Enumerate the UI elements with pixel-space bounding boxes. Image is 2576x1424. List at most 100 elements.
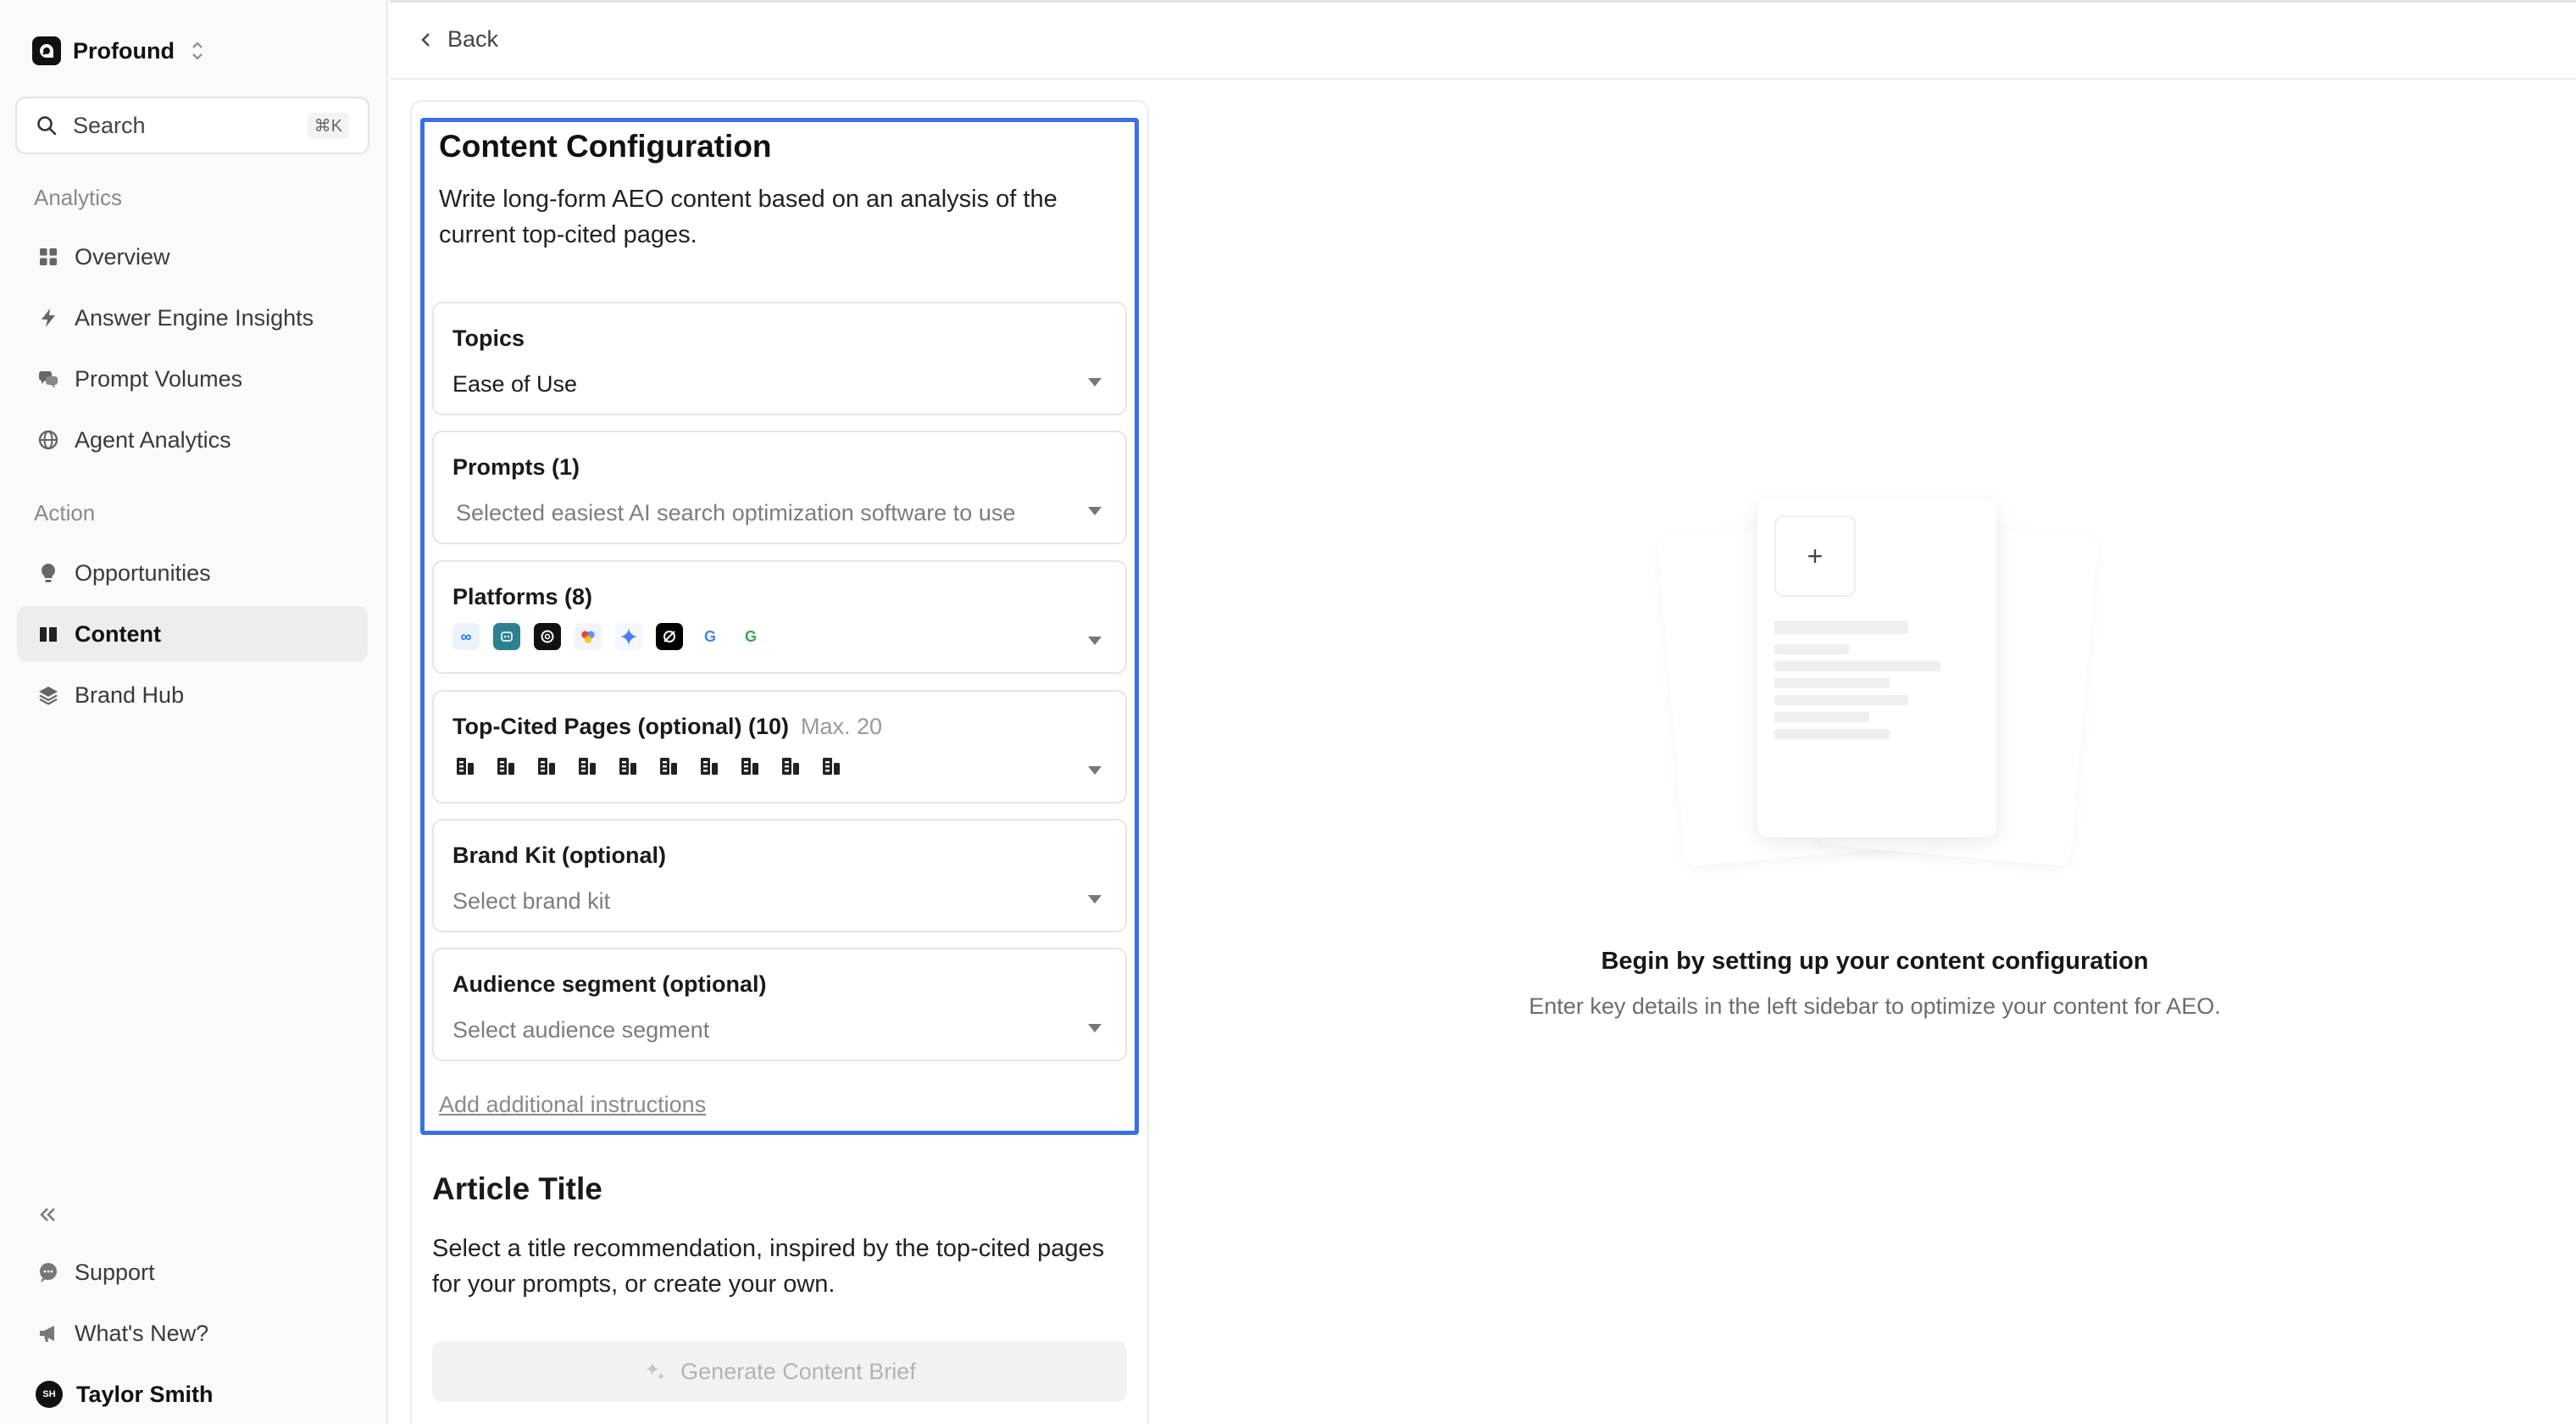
caret-down-icon (1088, 766, 1102, 775)
add-instructions-link[interactable]: Add additional instructions (439, 1092, 706, 1118)
caret-down-icon (1088, 1024, 1102, 1032)
lightbulb-icon (36, 560, 61, 586)
audience-segment-select[interactable]: Audience segment (optional) Select audie… (432, 948, 1127, 1061)
chat-bubbles-icon (36, 366, 61, 392)
caret-down-icon (1088, 895, 1102, 904)
skeleton-line (1774, 620, 1908, 634)
topics-select[interactable]: Topics Ease of Use (432, 302, 1127, 415)
prompts-label: Prompts (1) (452, 454, 580, 480)
page-icon (452, 753, 478, 780)
sidebar-item-label: Content (75, 620, 161, 647)
pages-max-hint: Max. 20 (801, 714, 883, 739)
globe-icon (36, 427, 61, 453)
sidebar-item-content[interactable]: Content (17, 606, 368, 662)
user-name: Taylor Smith (76, 1381, 214, 1407)
back-label: Back (447, 26, 499, 52)
generate-content-brief-button[interactable]: Generate Content Brief (432, 1341, 1127, 1402)
ai-overview-icon (575, 623, 602, 650)
sidebar-item-label: Overview (75, 243, 170, 270)
generate-label: Generate Content Brief (680, 1358, 916, 1384)
empty-state-subtitle: Enter key details in the left sidebar to… (1529, 993, 2221, 1019)
workspace-switcher[interactable]: Profound (32, 34, 205, 68)
sidebar-item-support[interactable]: Support (17, 1244, 368, 1300)
skeleton-line (1774, 729, 1890, 739)
page-icon (737, 753, 763, 780)
empty-state-title: Begin by setting up your content configu… (1601, 948, 2149, 975)
add-document-button[interactable]: + (1774, 515, 1856, 597)
sparkle-icon (646, 1362, 665, 1380)
plus-icon: + (1807, 540, 1824, 571)
avatar: SH (36, 1381, 63, 1408)
prompts-value: Selected easiest AI search optimization … (456, 500, 1016, 526)
skeleton-line (1774, 678, 1890, 688)
skeleton-line (1774, 712, 1869, 722)
sidebar-item-label: Opportunities (75, 559, 211, 586)
article-title-heading: Article Title (432, 1171, 602, 1206)
brand-kit-select[interactable]: Brand Kit (optional) Select brand kit (432, 819, 1127, 932)
audience-placeholder: Select audience segment (452, 1017, 710, 1043)
prompts-select[interactable]: Prompts (1) Selected easiest AI search o… (432, 431, 1127, 544)
page-icons (452, 753, 859, 780)
chatgpt-icon (534, 623, 561, 650)
page-icon (778, 753, 803, 780)
page-icon (697, 753, 722, 780)
pages-label: Top-Cited Pages (optional) (10) Max. 20 (452, 714, 883, 739)
skeleton-line (1774, 644, 1849, 654)
copilot-icon (493, 623, 520, 650)
page-icon (575, 753, 600, 780)
sidebar-item-label: Support (75, 1259, 155, 1285)
sidebar-item-label: Brand Hub (75, 681, 185, 708)
sidebar-item-brand-hub[interactable]: Brand Hub (17, 667, 368, 723)
page-icon (615, 753, 641, 780)
sidebar-item-whats-new[interactable]: What's New? (17, 1305, 368, 1361)
sidebar-item-answer-engine-insights[interactable]: Answer Engine Insights (17, 290, 368, 346)
workspace-name: Profound (73, 37, 175, 64)
topics-value: Ease of Use (452, 371, 578, 397)
chat-icon (36, 1260, 61, 1285)
sidebar-item-label: Answer Engine Insights (75, 304, 314, 331)
page-icon (656, 753, 681, 780)
profound-logo-icon (32, 36, 61, 65)
user-menu[interactable]: SH Taylor Smith (17, 1366, 368, 1422)
google-icon: G (697, 623, 724, 650)
double-chevron-left-icon (40, 1208, 55, 1221)
sidebar-item-prompt-volumes[interactable]: Prompt Volumes (17, 351, 368, 407)
chevron-up-down-icon (192, 42, 203, 60)
caret-down-icon (1088, 637, 1102, 645)
platform-icons: ∞ G G (452, 623, 778, 650)
platforms-select[interactable]: Platforms (8) ∞ G G (432, 560, 1127, 674)
search-label: Search (73, 112, 146, 138)
page-icon (534, 753, 559, 780)
caret-down-icon (1088, 378, 1102, 387)
section-label-analytics: Analytics (34, 185, 123, 210)
search-shortcut: ⌘K (307, 112, 349, 139)
config-title: Content Configuration (439, 129, 772, 164)
brand-kit-label: Brand Kit (optional) (452, 843, 666, 868)
sidebar-item-agent-analytics[interactable]: Agent Analytics (17, 412, 368, 468)
gemini-icon (615, 623, 642, 650)
grid-icon (36, 244, 61, 270)
platforms-label: Platforms (8) (452, 584, 593, 609)
config-description: Write long-form AEO content based on an … (439, 186, 1058, 248)
brand-kit-placeholder: Select brand kit (452, 888, 611, 914)
google-ai-mode-icon: G (737, 623, 764, 650)
audience-label: Audience segment (optional) (452, 971, 767, 997)
skeleton-line (1774, 661, 1940, 671)
skeleton-line (1774, 695, 1908, 705)
top-cited-pages-select[interactable]: Top-Cited Pages (optional) (10) Max. 20 (432, 690, 1127, 804)
back-button[interactable]: Back (417, 26, 498, 53)
chevron-left-icon (421, 32, 430, 47)
sidebar: Profound Search ⌘K Analytics Overview An… (0, 0, 388, 1424)
section-label-action: Action (34, 500, 96, 526)
sidebar-item-opportunities[interactable]: Opportunities (17, 545, 368, 601)
bolt-icon (36, 305, 61, 331)
sidebar-item-label: Agent Analytics (75, 426, 231, 453)
sidebar-item-overview[interactable]: Overview (17, 229, 368, 285)
doc-sheet-front: + (1757, 498, 1996, 837)
book-icon (36, 621, 61, 647)
grok-icon (656, 623, 683, 650)
search-button[interactable]: Search ⌘K (15, 97, 369, 154)
top-bar: Back (390, 0, 2576, 80)
megaphone-icon (36, 1321, 61, 1346)
collapse-sidebar-button[interactable] (34, 1200, 63, 1229)
